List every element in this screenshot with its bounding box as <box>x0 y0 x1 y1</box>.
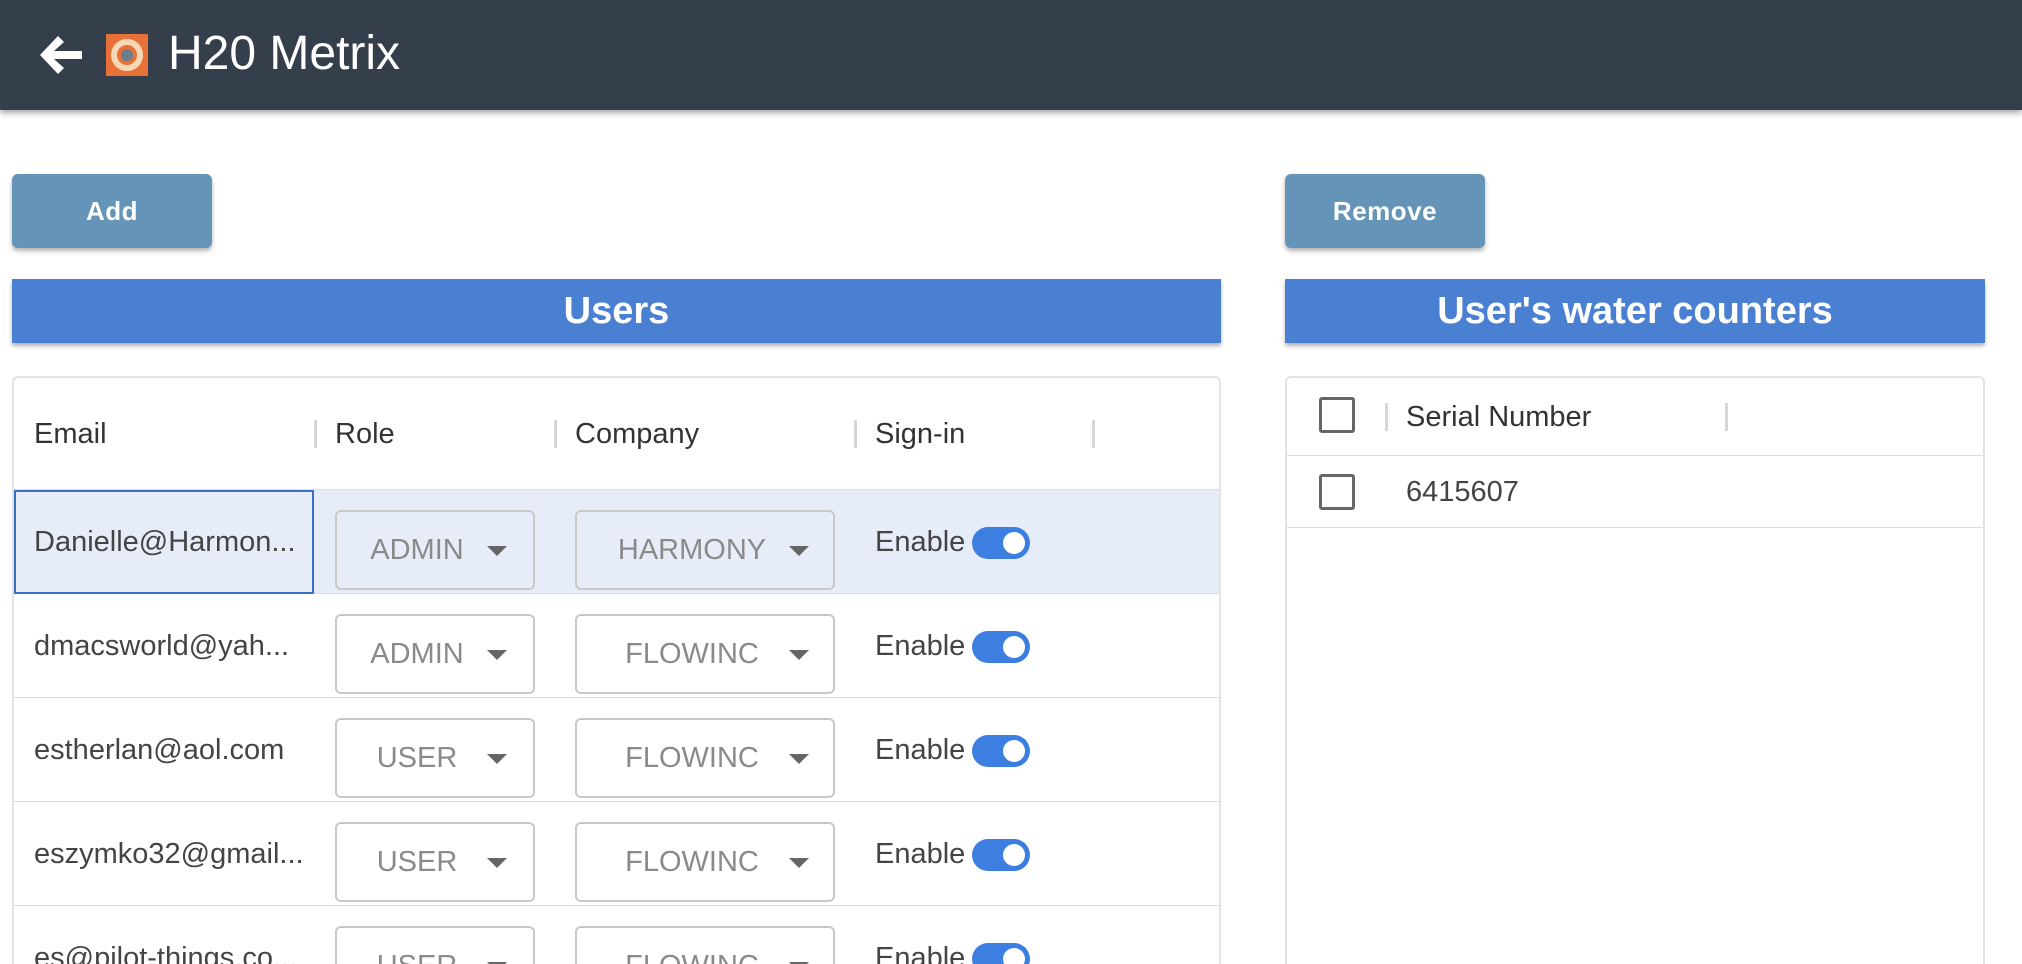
signin-label: Enable <box>875 526 966 558</box>
chevron-down-icon <box>487 546 507 556</box>
table-row[interactable]: Danielle@Harmon... ADMIN HARMONY Enable <box>14 490 1219 594</box>
app-title: H20 Metrix <box>168 27 401 80</box>
serial-number-cell: 6415607 <box>1406 476 1519 508</box>
signin-label: Enable <box>875 942 966 964</box>
users-header: Users <box>12 279 1221 343</box>
email-cell[interactable]: dmacsworld@yah... <box>14 594 314 698</box>
chevron-down-icon <box>789 858 809 868</box>
back-arrow-icon[interactable] <box>36 30 86 80</box>
role-select[interactable]: ADMIN <box>335 614 535 694</box>
column-resize-handle[interactable] <box>1385 403 1388 431</box>
company-value: FLOWINC <box>625 638 759 670</box>
column-resize-handle[interactable] <box>854 420 857 448</box>
company-select[interactable]: FLOWINC <box>575 926 835 964</box>
signin-toggle[interactable] <box>972 943 1030 964</box>
role-value: USER <box>337 928 497 964</box>
column-resize-handle[interactable] <box>1725 403 1728 431</box>
row-checkbox[interactable] <box>1319 474 1355 510</box>
toggle-knob <box>1003 948 1025 964</box>
chevron-down-icon <box>487 650 507 660</box>
signin-label: Enable <box>875 630 966 662</box>
table-row[interactable]: estherlan@aol.com USER FLOWINC Enable <box>14 698 1219 802</box>
signin-toggle[interactable] <box>972 839 1030 871</box>
company-select[interactable]: FLOWINC <box>575 822 835 902</box>
column-resize-handle[interactable] <box>1092 420 1095 448</box>
app-bar: H20 Metrix <box>0 0 2022 110</box>
signin-toggle[interactable] <box>972 631 1030 663</box>
column-signin[interactable]: Sign-in <box>875 378 965 490</box>
column-role[interactable]: Role <box>335 378 395 490</box>
role-select[interactable]: USER <box>335 822 535 902</box>
role-select[interactable]: ADMIN <box>335 510 535 590</box>
chevron-down-icon <box>487 858 507 868</box>
users-table-header: Email Role Company Sign-in <box>14 378 1219 490</box>
table-row[interactable]: eszymko32@gmail... USER FLOWINC Enable <box>14 802 1219 906</box>
table-row[interactable]: dmacsworld@yah... ADMIN FLOWINC Enable <box>14 594 1219 698</box>
chevron-down-icon <box>789 650 809 660</box>
signin-label: Enable <box>875 734 966 766</box>
add-button[interactable]: Add <box>12 174 212 248</box>
chevron-down-icon <box>487 754 507 764</box>
company-select[interactable]: FLOWINC <box>575 614 835 694</box>
company-value: FLOWINC <box>577 928 807 964</box>
users-table: Email Role Company Sign-in Danielle@Harm… <box>12 376 1221 964</box>
company-select[interactable]: FLOWINC <box>575 718 835 798</box>
email-cell[interactable]: Danielle@Harmon... <box>14 490 314 594</box>
email-cell[interactable]: eszymko32@gmail... <box>14 802 314 906</box>
column-email[interactable]: Email <box>34 378 107 490</box>
toggle-knob <box>1003 740 1025 762</box>
toggle-knob <box>1003 844 1025 866</box>
select-all-checkbox[interactable] <box>1319 397 1355 433</box>
column-resize-handle[interactable] <box>554 420 557 448</box>
company-select[interactable]: HARMONY <box>575 510 835 590</box>
column-company[interactable]: Company <box>575 378 699 490</box>
water-counters-table: Serial Number 6415607 <box>1285 376 1985 964</box>
column-resize-handle[interactable] <box>314 420 317 448</box>
app-logo <box>106 34 148 76</box>
signin-toggle[interactable] <box>972 735 1030 767</box>
company-value: FLOWINC <box>625 742 759 774</box>
table-row[interactable]: 6415607 <box>1287 456 1983 528</box>
remove-button[interactable]: Remove <box>1285 174 1485 248</box>
company-value: FLOWINC <box>625 846 759 878</box>
role-value: USER <box>376 742 458 774</box>
chevron-down-icon <box>789 754 809 764</box>
counters-table-header: Serial Number <box>1287 378 1983 456</box>
water-counters-header: User's water counters <box>1285 279 1985 343</box>
email-cell[interactable]: es@pilot-things.co... <box>14 906 314 964</box>
email-cell[interactable]: estherlan@aol.com <box>14 698 314 802</box>
chevron-down-icon <box>789 546 809 556</box>
role-value: USER <box>376 846 458 878</box>
toggle-knob <box>1003 636 1025 658</box>
role-value: ADMIN <box>370 638 464 670</box>
company-value: HARMONY <box>617 534 767 566</box>
signin-label: Enable <box>875 838 966 870</box>
table-row[interactable]: es@pilot-things.co... USER FLOWINC Enabl… <box>14 906 1219 964</box>
column-serial-number[interactable]: Serial Number <box>1406 378 1591 456</box>
signin-toggle[interactable] <box>972 527 1030 559</box>
role-select[interactable]: USER <box>335 718 535 798</box>
toggle-knob <box>1003 532 1025 554</box>
role-value: ADMIN <box>370 534 464 566</box>
role-select[interactable]: USER <box>335 926 535 964</box>
